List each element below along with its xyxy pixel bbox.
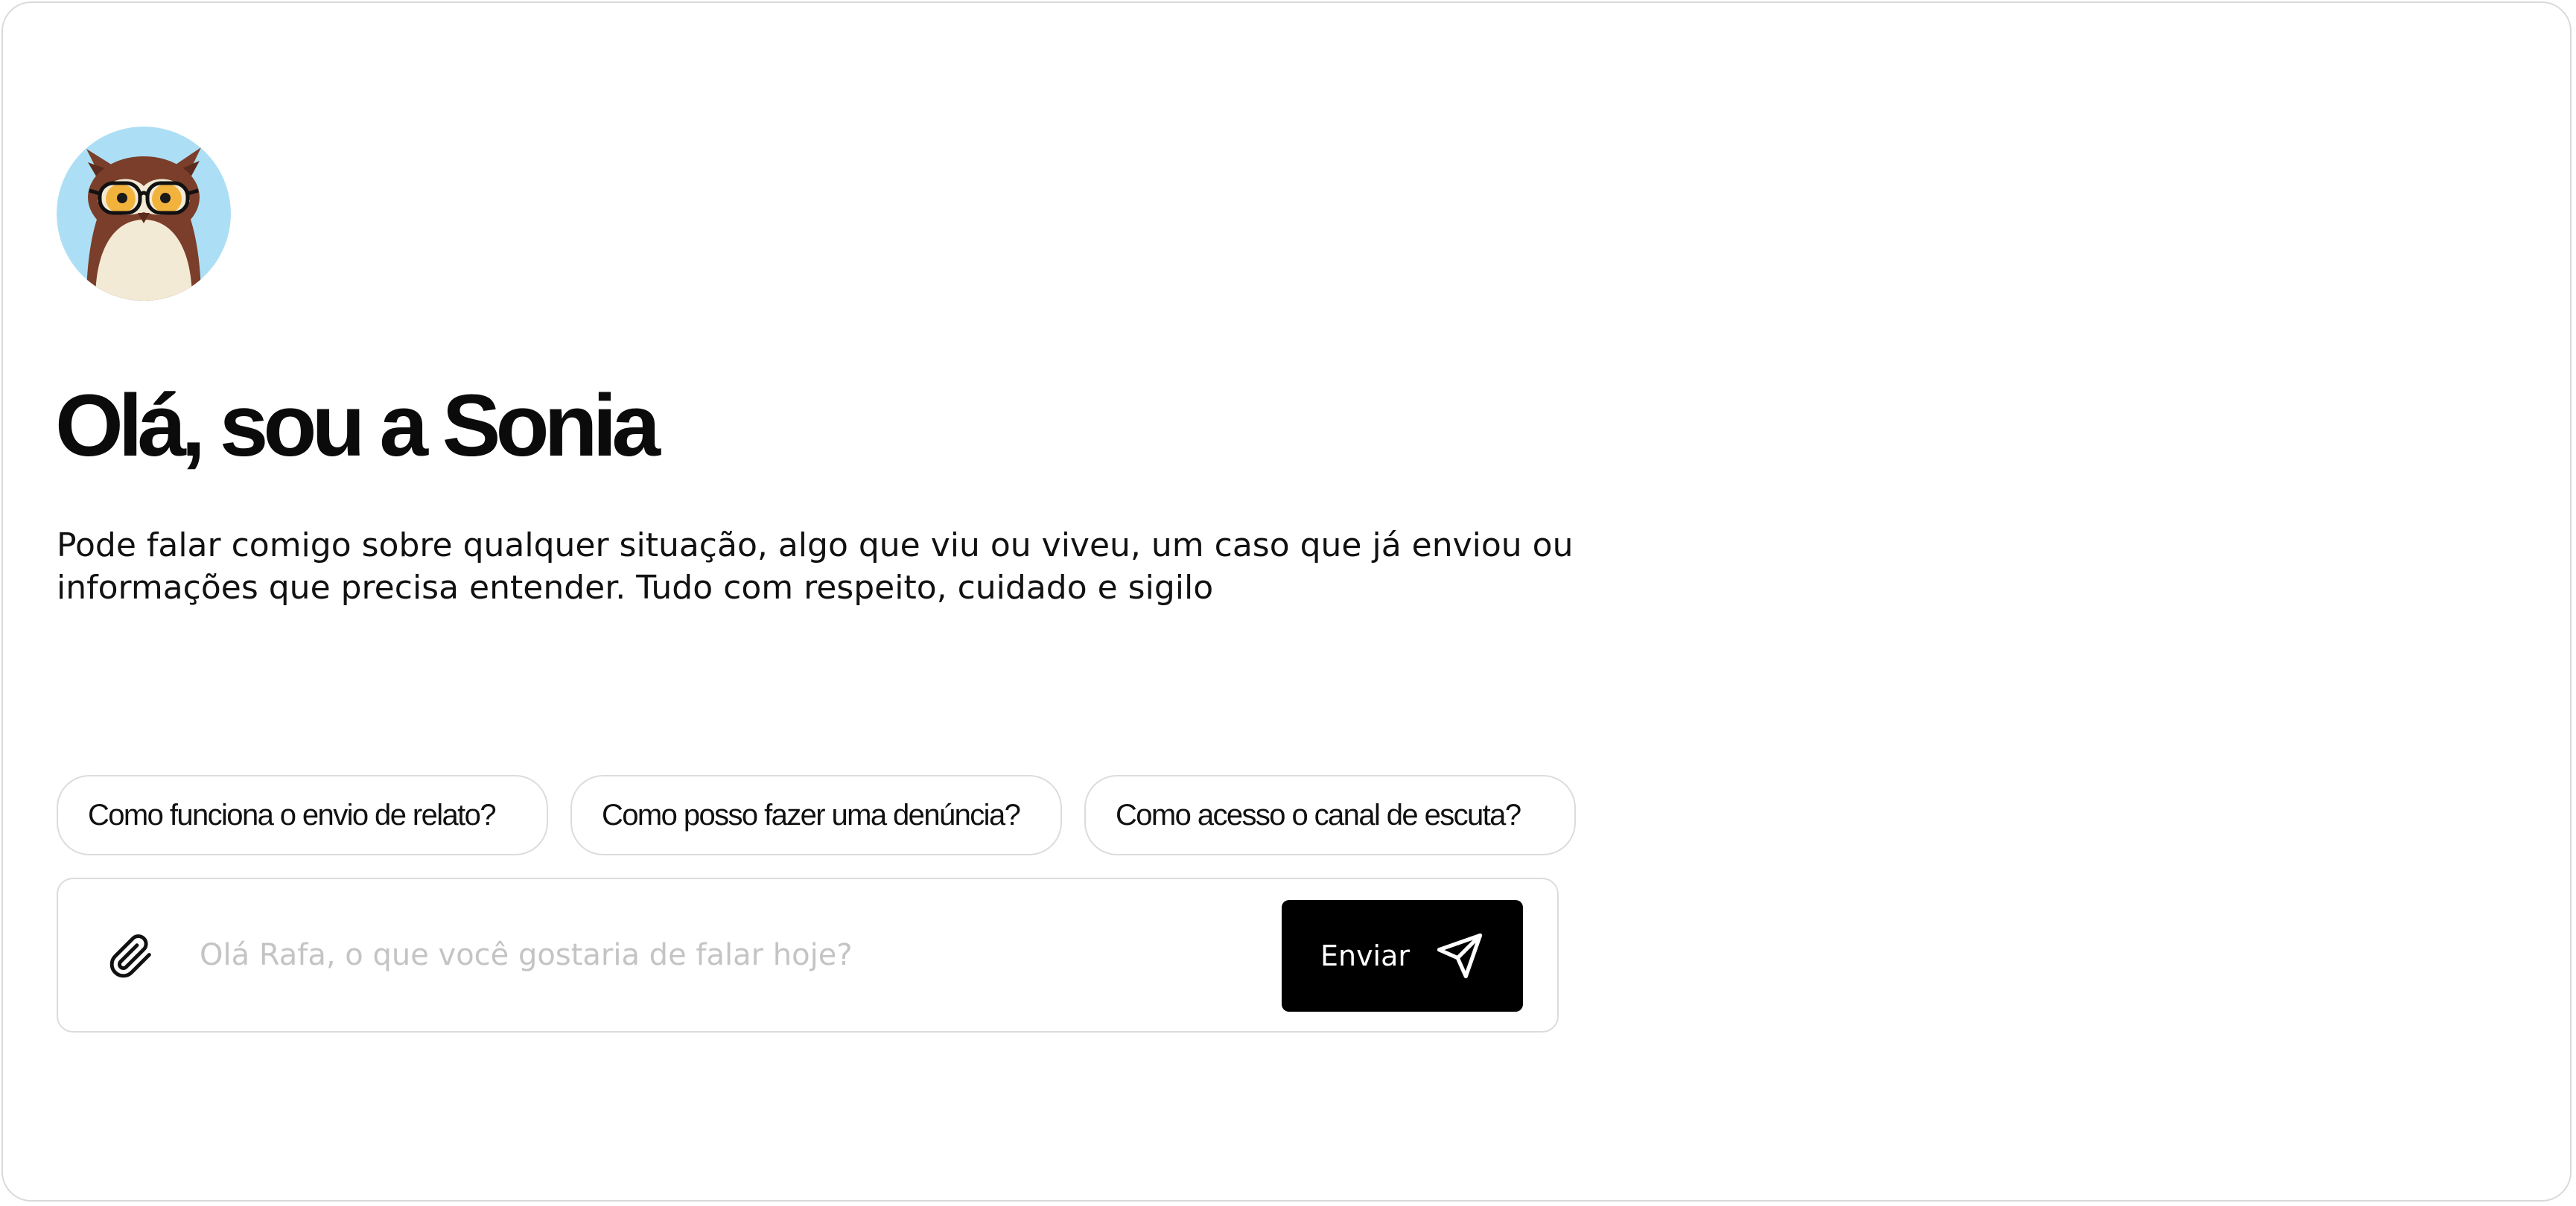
suggestion-chip-label: Como acesso o canal de escuta? [1116, 798, 1521, 832]
intro-text: Pode falar comigo sobre qualquer situaçã… [57, 526, 1574, 607]
avatar-image [57, 127, 231, 301]
paperclip-icon [109, 934, 151, 978]
send-button[interactable]: Enviar [1282, 900, 1523, 1012]
suggestion-chip[interactable]: Como acesso o canal de escuta? [1084, 775, 1576, 855]
send-button-label: Enviar [1320, 939, 1411, 972]
message-input[interactable] [200, 916, 1242, 994]
suggestion-chip[interactable]: Como funciona o envio de relato? [57, 775, 548, 855]
owl-mascot-icon [57, 127, 231, 301]
suggestion-chip-label: Como posso fazer uma denúncia? [602, 798, 1021, 832]
attach-button[interactable] [101, 927, 161, 986]
paper-plane-icon [1435, 931, 1484, 980]
page-title: Olá, sou a Sonia [55, 377, 661, 475]
suggestion-chip[interactable]: Como posso fazer uma denúncia? [570, 775, 1062, 855]
suggestion-chip-label: Como funciona o envio de relato? [88, 798, 497, 832]
app-window: Olá, sou a Sonia Pode falar comigo sobre… [1, 1, 2572, 1202]
message-composer: Enviar [57, 878, 1559, 1033]
